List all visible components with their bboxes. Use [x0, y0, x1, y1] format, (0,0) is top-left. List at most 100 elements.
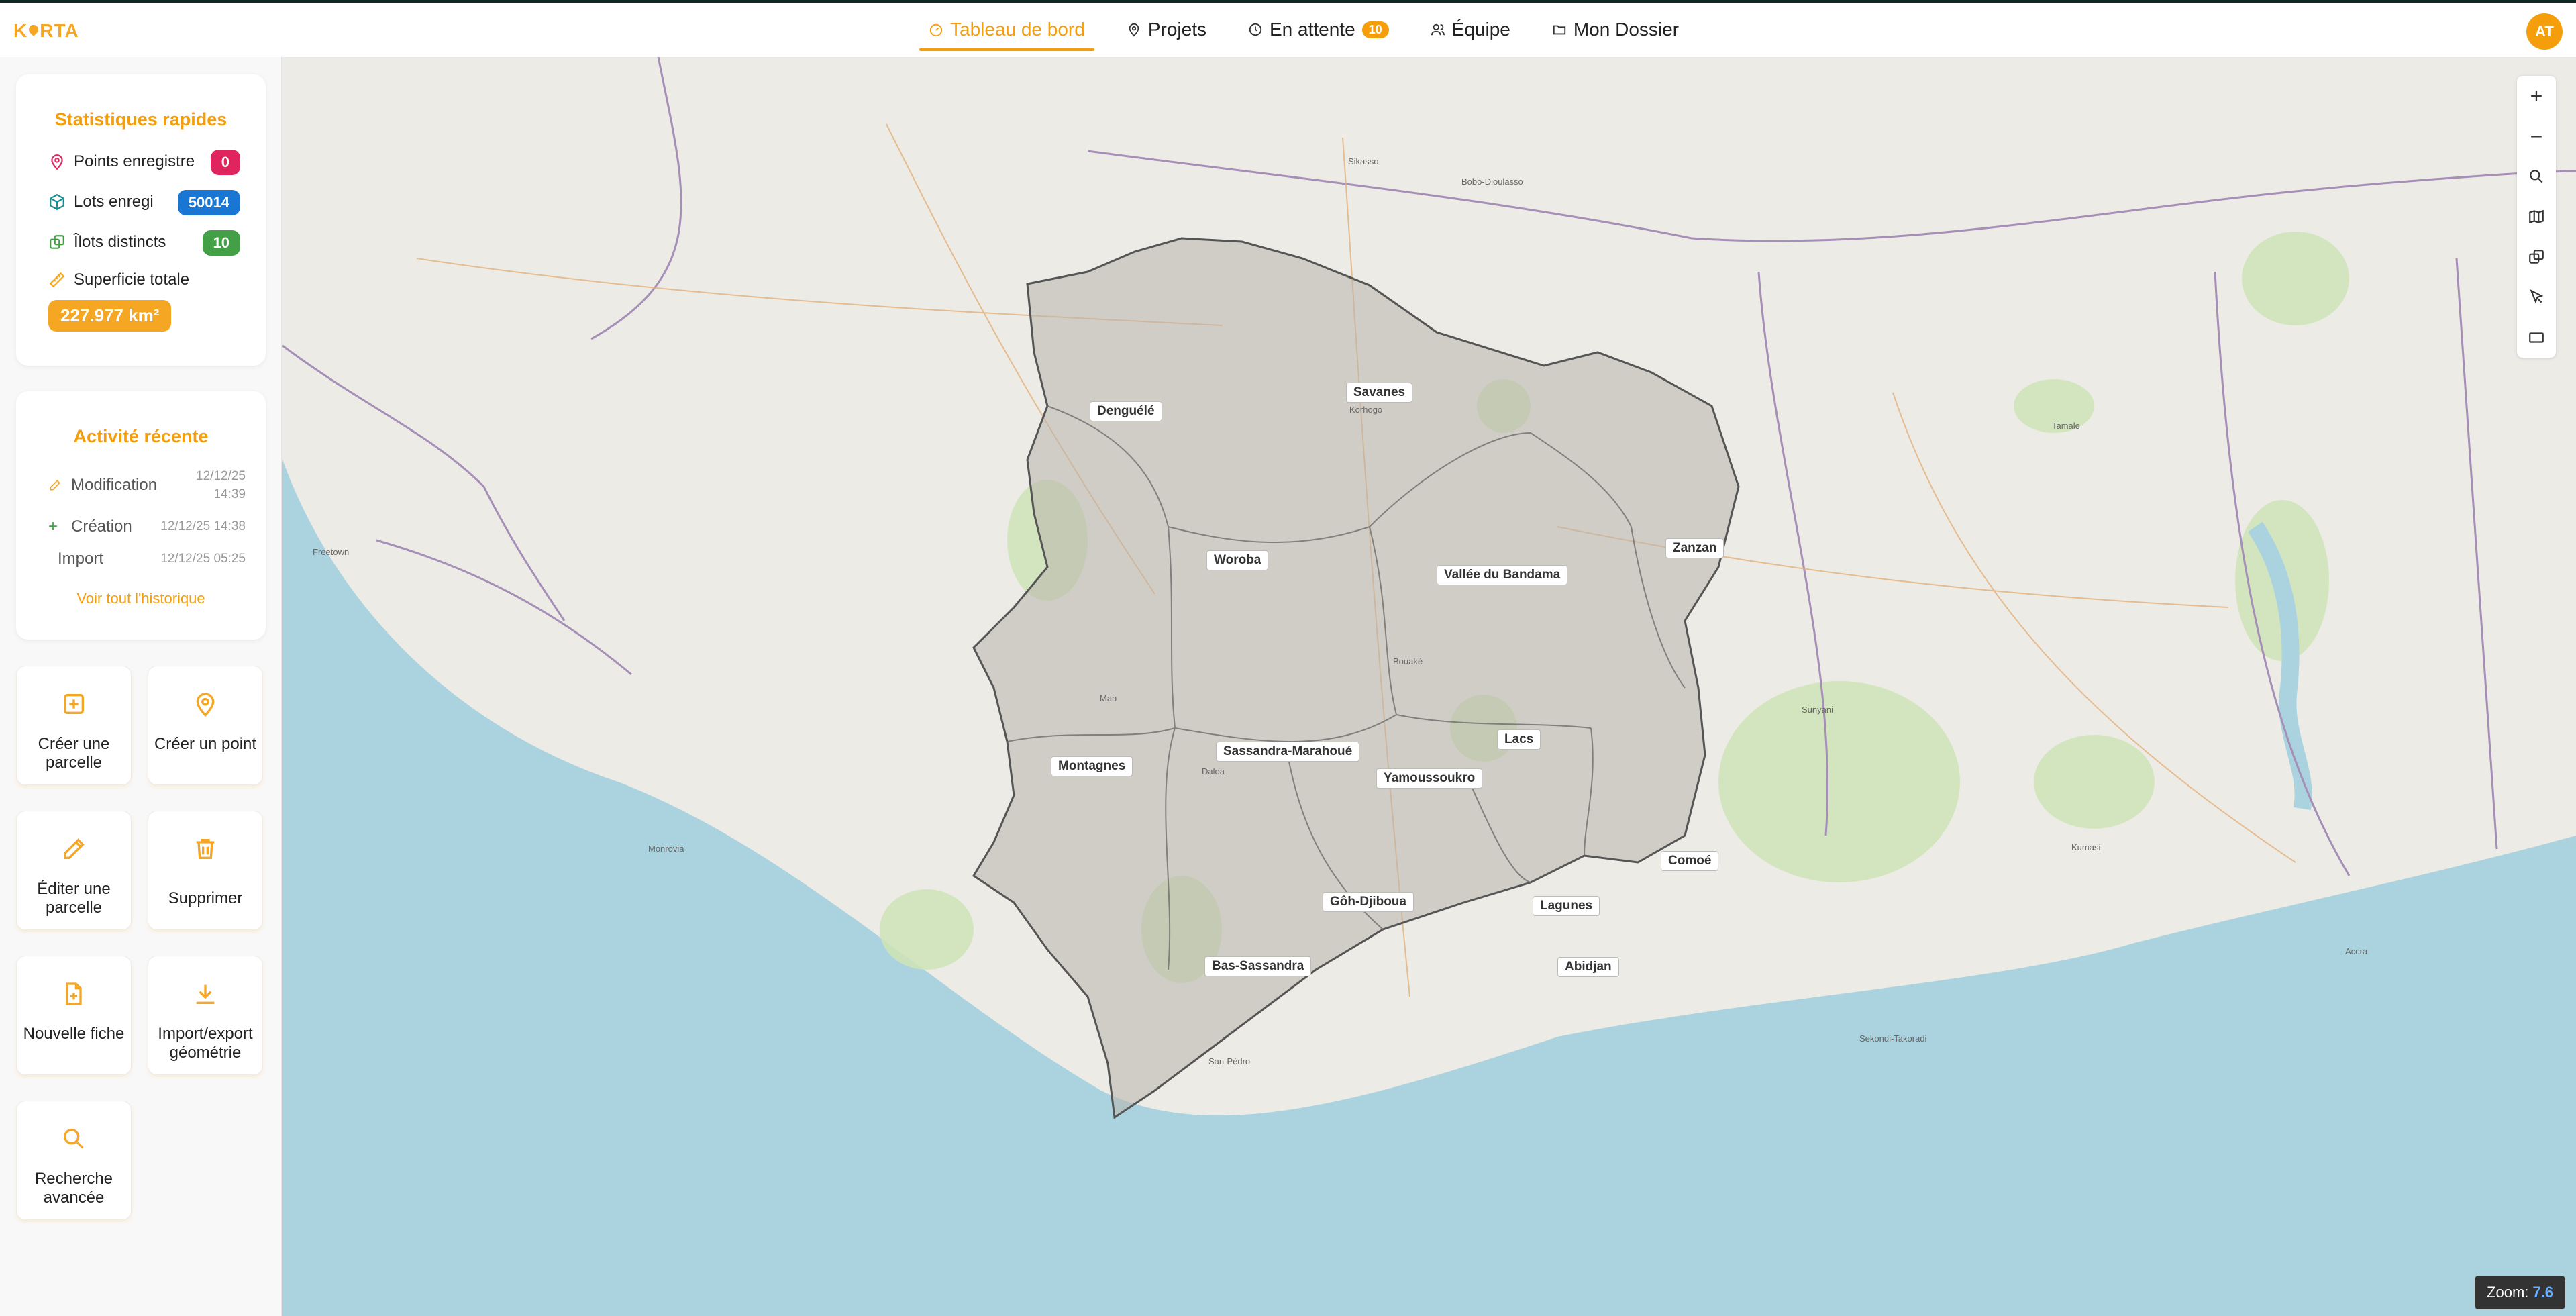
nav-tab-projects[interactable]: Projets	[1117, 3, 1216, 56]
create-parcel-button[interactable]: Créer une parcelle	[16, 666, 132, 785]
rectangle-tool-button[interactable]	[2517, 317, 2556, 358]
new-sheet-button[interactable]: Nouvelle fiche	[16, 956, 132, 1075]
region-label-vallee-du-bandama[interactable]: Vallée du Bandama	[1437, 565, 1568, 585]
quick-stats-title: Statistiques rapides	[54, 109, 227, 130]
app-logo[interactable]: K RTA	[13, 20, 79, 42]
zoom-out-button[interactable]: −	[2517, 116, 2556, 156]
stat-superficie-label: Superficie totale	[74, 270, 190, 289]
region-label-zanzan[interactable]: Zanzan	[1665, 538, 1724, 558]
stat-ilots-label: Îlots distincts	[74, 233, 166, 251]
city-label: Tamale	[2052, 421, 2080, 431]
nav-tab-pending[interactable]: En attente 10	[1239, 3, 1398, 56]
map-toolbar: + −	[2517, 76, 2556, 358]
city-label: Freetown	[313, 547, 350, 557]
action-label: Créer un point	[154, 735, 257, 753]
region-label-savanes[interactable]: Savanes	[1346, 383, 1413, 403]
trash-icon	[196, 839, 215, 859]
city-label: San-Pédro	[1208, 1056, 1251, 1066]
nav-label: En attente	[1269, 19, 1355, 40]
user-avatar[interactable]: AT	[2526, 13, 2563, 50]
activity-time: 12/12/25 14:38	[160, 519, 246, 534]
stat-points: Points enregistre	[48, 152, 195, 171]
layers-icon	[2529, 250, 2544, 264]
city-label: Sekondi-Takoradi	[1859, 1033, 1927, 1044]
clock-icon	[1249, 23, 1262, 36]
ruler-icon	[49, 272, 65, 288]
action-label: Recherche avancée	[34, 1170, 113, 1207]
region-label-bas-sassandra[interactable]: Bas-Sassandra	[1204, 956, 1312, 976]
region-label-abidjan[interactable]: Abidjan	[1557, 957, 1619, 977]
action-label: Supprimer	[168, 889, 243, 907]
basemap-button[interactable]	[2517, 197, 2556, 237]
map-pin-icon	[196, 693, 215, 717]
region-label-lagunes[interactable]: Lagunes	[1533, 896, 1600, 916]
region-label-comoe[interactable]: Comoé	[1661, 851, 1719, 871]
top-navigation-bar: K RTA Tableau de bord Projets En attente …	[0, 0, 2576, 56]
edit-icon	[50, 480, 60, 491]
cube-icon	[50, 193, 64, 211]
city-label: Sikasso	[1348, 156, 1379, 166]
region-label-woroba[interactable]: Woroba	[1206, 550, 1269, 570]
map-view[interactable]: Korhogo Bouaké Man Daloa San-Pédro Freet…	[282, 57, 2576, 1316]
city-label: Bouaké	[1393, 656, 1423, 666]
basemap[interactable]	[282, 57, 2576, 1316]
file-plus-icon	[66, 982, 82, 1005]
nav-tab-team[interactable]: Équipe	[1421, 3, 1520, 56]
stat-lots-value: 50014	[177, 190, 240, 215]
stat-ilots: Îlots distincts	[48, 233, 166, 252]
stat-lots-label: Lots enregi	[74, 193, 154, 211]
region-label-sassandra-marahoue[interactable]: Sassandra-Marahoué	[1216, 742, 1360, 762]
region-label-yamoussoukro[interactable]: Yamoussoukro	[1376, 768, 1483, 789]
stat-superficie-value: 227.977 km²	[48, 300, 172, 332]
zoom-value: 7.6	[2532, 1284, 2553, 1301]
square-plus-icon	[64, 694, 84, 714]
activity-item: Import 12/12/25 05:25	[48, 550, 246, 568]
delete-button[interactable]: Supprimer	[148, 811, 263, 930]
folder-icon	[1553, 25, 1566, 35]
city-label: Kumasi	[2071, 842, 2101, 852]
edit-parcel-button[interactable]: Éditer une parcelle	[16, 811, 132, 930]
recent-activity-card: Activité récente Modification 12/12/25 1…	[16, 391, 266, 640]
region-label-goh-djiboua[interactable]: Gôh-Djiboua	[1323, 892, 1414, 912]
view-history-link[interactable]: Voir tout l'historique	[16, 590, 266, 607]
rectangle-icon	[2529, 332, 2544, 343]
activity-time: 12/12/25 14:39	[196, 468, 246, 503]
action-label: Import/export géométrie	[158, 1025, 253, 1062]
stat-lots: Lots enregi	[48, 193, 154, 211]
nav-tab-dashboard[interactable]: Tableau de bord	[919, 3, 1094, 56]
nav-tab-my-folder[interactable]: Mon Dossier	[1543, 3, 1688, 56]
map-search-button[interactable]	[2517, 156, 2556, 197]
cursor-select-icon	[2530, 289, 2544, 304]
layers-button[interactable]	[2517, 237, 2556, 277]
selected-area-polygon[interactable]	[972, 237, 1740, 1119]
import-export-button[interactable]: Import/export géométrie	[148, 956, 263, 1075]
region-label-denguele[interactable]: Denguélé	[1090, 401, 1162, 421]
city-label: Bobo-Dioulasso	[1461, 176, 1523, 187]
region-label-montagnes[interactable]: Montagnes	[1051, 756, 1133, 776]
region-label-lacs[interactable]: Lacs	[1497, 729, 1541, 750]
map-pin-icon	[51, 154, 63, 170]
users-icon	[1431, 23, 1445, 36]
zoom-in-button[interactable]: +	[2517, 76, 2556, 116]
main-nav: Tableau de bord Projets En attente 10 Éq…	[919, 3, 1711, 56]
activity-label: Création	[71, 517, 132, 536]
city-label: Sunyani	[1802, 705, 1833, 715]
pending-count-badge: 10	[1361, 21, 1389, 38]
action-label: Nouvelle fiche	[23, 1025, 125, 1043]
city-label: Daloa	[1202, 766, 1225, 776]
activity-hour: 14:39	[213, 487, 246, 501]
action-label: Créer une parcelle	[38, 735, 110, 772]
quick-stats-card: Statistiques rapides Points enregistre 0…	[16, 74, 266, 366]
stat-points-label: Points enregistre	[74, 152, 195, 170]
activity-item: Modification 12/12/25 14:39	[48, 469, 246, 501]
advanced-search-button[interactable]: Recherche avancée	[16, 1101, 132, 1220]
nav-label: Projets	[1147, 19, 1206, 40]
city-label: Man	[1100, 693, 1117, 703]
activity-label: Import	[58, 550, 104, 568]
city-label: Korhogo	[1349, 405, 1383, 415]
city-label: Accra	[2345, 946, 2368, 956]
select-tool-button[interactable]	[2517, 277, 2556, 317]
edit-icon	[64, 838, 85, 859]
activity-label: Modification	[71, 476, 158, 494]
create-point-button[interactable]: Créer un point	[148, 666, 263, 785]
